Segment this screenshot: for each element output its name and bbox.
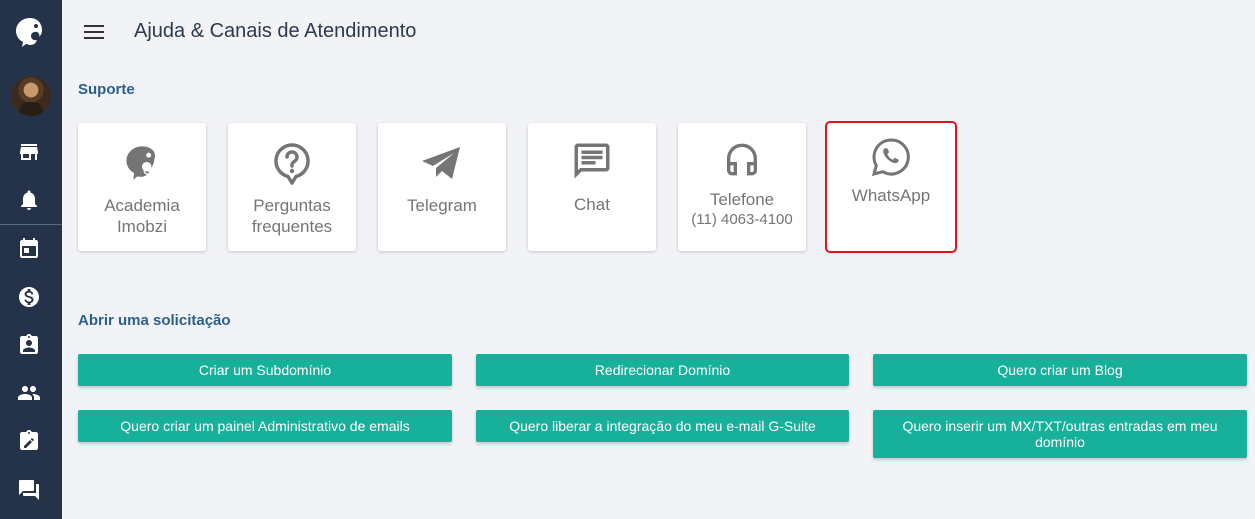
avatar[interactable] <box>11 76 51 116</box>
menu-icon[interactable] <box>84 25 104 39</box>
card-chat[interactable]: Chat <box>528 123 656 251</box>
dollar-icon[interactable] <box>17 285 41 309</box>
contact-badge-icon[interactable] <box>17 333 41 357</box>
create-email-panel-button[interactable]: Quero criar um painel Administrativo de … <box>78 410 452 442</box>
clipboard-edit-icon[interactable] <box>17 429 41 453</box>
bell-icon[interactable] <box>17 188 41 212</box>
dns-entries-button[interactable]: Quero inserir um MX/TXT/outras entradas … <box>873 410 1247 458</box>
people-icon[interactable] <box>17 381 41 405</box>
chat-icon <box>574 143 610 179</box>
card-label: Academia Imobzi <box>104 196 180 236</box>
card-telefone[interactable]: Telefone (11) 4063-4100 <box>678 123 806 251</box>
card-label: Telefone <box>709 190 775 209</box>
sidebar-divider <box>0 224 62 225</box>
section-title-support: Suporte <box>78 81 135 98</box>
forum-icon[interactable] <box>17 478 41 502</box>
card-whatsapp[interactable]: WhatsApp <box>825 121 957 253</box>
page-title: Ajuda & Canais de Atendimento <box>134 20 417 42</box>
sidebar <box>0 0 62 519</box>
create-subdomain-button[interactable]: Criar um Subdomínio <box>78 354 452 386</box>
chameleon-icon <box>126 146 156 180</box>
store-icon[interactable] <box>17 140 41 164</box>
card-label: Telegram <box>407 196 477 215</box>
card-perguntas[interactable]: Perguntas frequentes <box>228 123 356 251</box>
redirect-domain-button[interactable]: Redirecionar Domínio <box>476 354 849 386</box>
gsuite-integration-button[interactable]: Quero liberar a integração do meu e-mail… <box>476 410 849 442</box>
section-title-requests: Abrir uma solicitação <box>78 312 231 329</box>
card-academia[interactable]: Academia Imobzi <box>78 123 206 251</box>
headset-icon <box>727 143 757 176</box>
calendar-icon[interactable] <box>17 236 41 260</box>
card-label: Chat <box>574 195 610 214</box>
create-blog-button[interactable]: Quero criar um Blog <box>873 354 1247 386</box>
whatsapp-icon <box>871 138 910 177</box>
card-sublabel: (11) 4063-4100 <box>691 211 793 228</box>
telegram-icon <box>422 147 460 179</box>
card-label: WhatsApp <box>851 186 931 205</box>
logo-icon[interactable] <box>12 14 48 50</box>
card-telegram[interactable]: Telegram <box>378 123 506 251</box>
card-label: Perguntas frequentes <box>251 196 333 236</box>
question-icon <box>274 143 310 185</box>
